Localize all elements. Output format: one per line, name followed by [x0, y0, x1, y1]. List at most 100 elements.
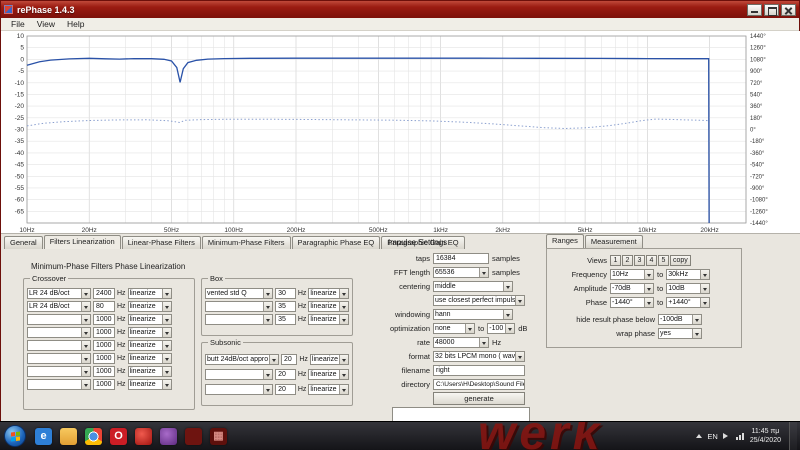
- view-button[interactable]: 3: [634, 255, 645, 266]
- view-button[interactable]: 5: [658, 255, 669, 266]
- show-desktop-button[interactable]: [789, 422, 797, 450]
- filter-type-select[interactable]: LR 24 dB/oct: [27, 288, 91, 299]
- view-button[interactable]: copy: [670, 255, 691, 266]
- main-tab[interactable]: Paragraphic Phase EQ: [292, 236, 381, 249]
- purple-app-icon[interactable]: [160, 428, 177, 445]
- filename-input[interactable]: right: [433, 365, 525, 376]
- filter-freq-input[interactable]: 30: [275, 288, 296, 299]
- filter-freq-input[interactable]: 20: [275, 369, 296, 380]
- filter-freq-input[interactable]: 1000: [93, 379, 115, 390]
- maximize-button[interactable]: [764, 4, 779, 16]
- menu-item[interactable]: Help: [61, 19, 90, 29]
- filter-mode-select[interactable]: linearize: [128, 288, 172, 299]
- red-app-icon[interactable]: [135, 428, 152, 445]
- main-tab[interactable]: Minimum-Phase Filters: [202, 236, 291, 249]
- format-select[interactable]: 32 bits LPCM mono ( wav ): [433, 351, 525, 362]
- filter-type-select[interactable]: [27, 366, 91, 377]
- main-tab[interactable]: Linear-Phase Filters: [122, 236, 201, 249]
- filter-mode-select[interactable]: linearize: [308, 384, 349, 395]
- filter-type-select[interactable]: [205, 384, 273, 395]
- minimize-button[interactable]: [747, 4, 762, 16]
- filter-freq-input[interactable]: 1000: [93, 353, 115, 364]
- optimization-floor-select[interactable]: -100: [487, 323, 515, 334]
- filter-freq-input[interactable]: 35: [275, 314, 296, 325]
- range-from-select[interactable]: -70dB: [610, 283, 654, 294]
- volume-icon[interactable]: [723, 433, 731, 439]
- filter-freq-input[interactable]: 1000: [93, 327, 115, 338]
- fft-length-select[interactable]: 65536: [433, 267, 489, 278]
- filter-mode-select[interactable]: linearize: [310, 354, 349, 365]
- filter-type-select[interactable]: [205, 369, 273, 380]
- centering-mode-select[interactable]: use closest perfect impulse: [433, 295, 525, 306]
- view-button[interactable]: 2: [622, 255, 633, 266]
- start-button[interactable]: [4, 425, 26, 447]
- ranges-tab[interactable]: Ranges: [546, 234, 584, 248]
- rate-label: rate: [386, 338, 430, 347]
- maroon-app-icon[interactable]: [185, 428, 202, 445]
- filter-mode-select[interactable]: linearize: [308, 369, 349, 380]
- filter-type-select[interactable]: [27, 340, 91, 351]
- filter-type-select[interactable]: [27, 314, 91, 325]
- filter-freq-input[interactable]: 1000: [93, 340, 115, 351]
- filter-freq-input[interactable]: 1000: [93, 366, 115, 377]
- range-to-select[interactable]: 10dB: [666, 283, 710, 294]
- filter-type-select[interactable]: [27, 353, 91, 364]
- filter-freq-input[interactable]: 80: [93, 301, 115, 312]
- wrap-phase-select[interactable]: yes: [658, 328, 702, 339]
- windowing-select[interactable]: hann: [433, 309, 513, 320]
- filter-mode-select[interactable]: linearize: [128, 366, 172, 377]
- filter-freq-input[interactable]: 35: [275, 301, 296, 312]
- filter-type-select[interactable]: LR 24 dB/oct: [27, 301, 91, 312]
- filter-type-select[interactable]: [27, 327, 91, 338]
- filter-type-select[interactable]: vented std Q: [205, 288, 273, 299]
- filter-type-select[interactable]: [205, 314, 273, 325]
- ranges-tab[interactable]: Measurement: [585, 235, 643, 248]
- chrome-icon[interactable]: [85, 428, 102, 445]
- explorer-folder-icon[interactable]: [60, 428, 77, 445]
- optimization-select[interactable]: none: [433, 323, 475, 334]
- filter-type-select[interactable]: [27, 379, 91, 390]
- hide-phase-select[interactable]: -100dB: [658, 314, 702, 325]
- close-button[interactable]: [781, 4, 796, 16]
- main-tab[interactable]: Filters Linearization: [44, 235, 121, 249]
- range-to-select[interactable]: 30kHz: [666, 269, 710, 280]
- main-tab[interactable]: General: [4, 236, 43, 249]
- filter-mode-select[interactable]: linearize: [128, 314, 172, 325]
- menu-item[interactable]: View: [31, 19, 61, 29]
- range-from-select[interactable]: -1440°: [610, 297, 654, 308]
- opera-icon[interactable]: O: [110, 428, 127, 445]
- filter-type-select[interactable]: [205, 301, 273, 312]
- view-button[interactable]: 1: [610, 255, 621, 266]
- filter-mode-select[interactable]: linearize: [128, 327, 172, 338]
- view-button[interactable]: 4: [646, 255, 657, 266]
- ie-icon[interactable]: e: [35, 428, 52, 445]
- filter-mode-select[interactable]: linearize: [308, 288, 349, 299]
- centering-select[interactable]: middle: [433, 281, 513, 292]
- response-graph[interactable]: 1050-5-10-15-20-25-30-35-40-45-50-55-60-…: [1, 31, 800, 234]
- taps-input[interactable]: 16384: [433, 253, 489, 264]
- freq-tick-label: 10kHz: [638, 227, 656, 234]
- filter-freq-input[interactable]: 20: [281, 354, 297, 365]
- network-icon[interactable]: [736, 432, 745, 441]
- filter-mode-select[interactable]: linearize: [128, 301, 172, 312]
- filter-mode-select[interactable]: linearize: [308, 314, 349, 325]
- filter-mode-select[interactable]: linearize: [128, 353, 172, 364]
- filter-mode-select[interactable]: linearize: [128, 379, 172, 390]
- menu-item[interactable]: File: [5, 19, 31, 29]
- title-bar[interactable]: rePhase 1.4.3: [1, 1, 799, 18]
- range-from-select[interactable]: 10Hz: [610, 269, 654, 280]
- directory-input[interactable]: C:\Users\H\Desktop\Sound Files: [433, 379, 525, 390]
- filter-mode-select[interactable]: linearize: [308, 301, 349, 312]
- filter-freq-input[interactable]: 2400: [93, 288, 115, 299]
- filter-freq-input[interactable]: 20: [275, 384, 296, 395]
- tray-expand-icon[interactable]: [696, 434, 702, 438]
- filter-type-select[interactable]: butt 24dB/oct appro: [205, 354, 279, 365]
- generate-button[interactable]: generate: [433, 392, 525, 405]
- filter-mode-select[interactable]: linearize: [128, 340, 172, 351]
- rate-select[interactable]: 48000: [433, 337, 489, 348]
- taskbar-clock[interactable]: 11:45 πμ 25/4/2020: [750, 427, 781, 445]
- language-indicator[interactable]: EN: [707, 432, 717, 441]
- filter-freq-input[interactable]: 1000: [93, 314, 115, 325]
- range-to-select[interactable]: +1440°: [666, 297, 710, 308]
- maroon-grid-app-icon[interactable]: ▦: [210, 428, 227, 445]
